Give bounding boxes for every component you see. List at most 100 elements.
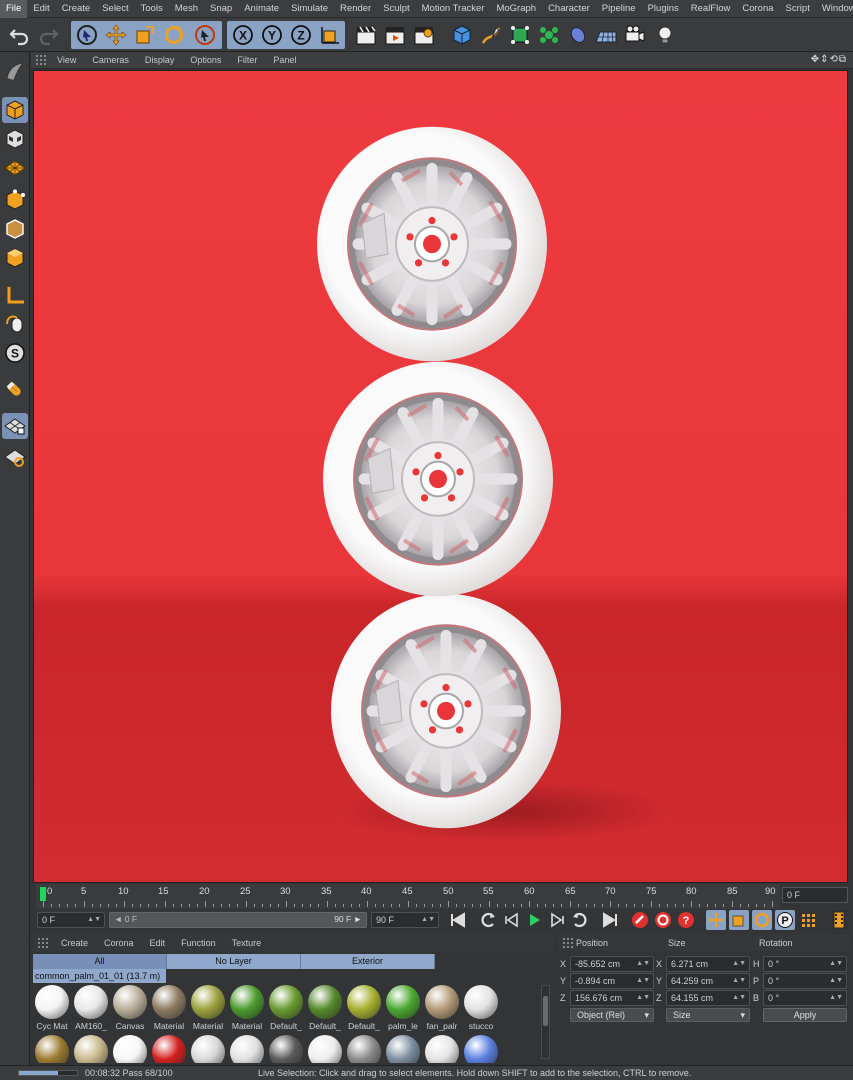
material-swatch[interactable] bbox=[384, 1035, 422, 1063]
material-swatch[interactable]: Default_ bbox=[306, 985, 344, 1031]
material-swatch[interactable]: Material bbox=[189, 985, 227, 1031]
rotation-p-field[interactable]: 0 ° ▲▼ bbox=[763, 973, 847, 989]
menu-pipeline[interactable]: Pipeline bbox=[596, 0, 642, 18]
material-tab-all[interactable]: All bbox=[33, 954, 167, 969]
material-menu-create[interactable]: Create bbox=[53, 938, 96, 948]
scale-button[interactable] bbox=[131, 21, 158, 49]
play-forward-button[interactable] bbox=[524, 910, 544, 930]
menu-select[interactable]: Select bbox=[96, 0, 134, 18]
material-swatch[interactable]: Material bbox=[150, 985, 188, 1031]
viewport-menu-filter[interactable]: Filter bbox=[229, 55, 265, 65]
spinner-icon[interactable]: ▲▼ bbox=[421, 913, 435, 927]
spinner-icon[interactable]: ▲▼ bbox=[829, 957, 843, 971]
redo-button[interactable] bbox=[34, 21, 61, 49]
menu-corona[interactable]: Corona bbox=[736, 0, 779, 18]
material-swatch[interactable]: palm_le bbox=[384, 985, 422, 1031]
spinner-icon[interactable]: ▲▼ bbox=[829, 974, 843, 988]
menu-mesh[interactable]: Mesh bbox=[169, 0, 204, 18]
x-axis-lock-button[interactable]: X bbox=[229, 21, 256, 49]
locked-workplane-button[interactable] bbox=[2, 413, 28, 439]
material-swatch[interactable]: Cyc Mat bbox=[33, 985, 71, 1031]
position-x-field[interactable]: -85.652 cm ▲▼ bbox=[570, 956, 654, 972]
spinner-icon[interactable]: ▲▼ bbox=[829, 991, 843, 1005]
enable-axis-button[interactable] bbox=[2, 282, 28, 308]
previous-key-button[interactable] bbox=[478, 910, 498, 930]
material-swatch[interactable]: AM160_ bbox=[72, 985, 110, 1031]
3d-viewport[interactable] bbox=[33, 70, 848, 883]
rotate-button[interactable] bbox=[160, 21, 187, 49]
menu-window[interactable]: Window bbox=[816, 0, 853, 18]
wheel-bottom[interactable] bbox=[331, 594, 561, 829]
previous-frame-button[interactable] bbox=[502, 910, 522, 930]
material-swatch[interactable] bbox=[72, 1035, 110, 1063]
size-mode-dropdown[interactable]: Size ▾ bbox=[666, 1008, 750, 1022]
menu-simulate[interactable]: Simulate bbox=[285, 0, 334, 18]
menu-edit[interactable]: Edit bbox=[27, 0, 55, 18]
viewport-menu-display[interactable]: Display bbox=[137, 55, 183, 65]
material-menu-edit[interactable]: Edit bbox=[142, 938, 174, 948]
cloner-button[interactable] bbox=[535, 21, 562, 49]
spinner-icon[interactable]: ▲▼ bbox=[636, 991, 650, 1005]
menu-script[interactable]: Script bbox=[780, 0, 816, 18]
menu-plugins[interactable]: Plugins bbox=[642, 0, 685, 18]
material-swatch[interactable] bbox=[462, 1035, 500, 1063]
menu-file[interactable]: File bbox=[0, 0, 28, 18]
points-mode-button[interactable] bbox=[2, 187, 28, 213]
tweak-mode-button[interactable] bbox=[2, 310, 28, 336]
viewport-menu-panel[interactable]: Panel bbox=[265, 55, 304, 65]
planar-workplane-button[interactable] bbox=[2, 444, 28, 470]
material-swatch[interactable]: stucco bbox=[462, 985, 500, 1031]
spinner-icon[interactable]: ▲▼ bbox=[732, 957, 746, 971]
undo-button[interactable] bbox=[6, 21, 33, 49]
z-axis-lock-button[interactable]: Z bbox=[287, 21, 314, 49]
spinner-icon[interactable]: ▲▼ bbox=[732, 991, 746, 1005]
recent-tool-button[interactable] bbox=[191, 21, 218, 49]
make-editable-button[interactable] bbox=[2, 58, 28, 84]
material-swatch[interactable] bbox=[345, 1035, 383, 1063]
material-swatch[interactable] bbox=[150, 1035, 188, 1063]
material-scrollbar[interactable] bbox=[541, 985, 550, 1059]
material-swatch[interactable]: Default_ bbox=[267, 985, 305, 1031]
preview-range-slider[interactable]: ◄ 0 F 90 F ► bbox=[109, 912, 367, 928]
solo-button[interactable]: S bbox=[2, 340, 28, 366]
spinner-icon[interactable]: ▲▼ bbox=[636, 974, 650, 988]
render-settings-button[interactable] bbox=[410, 21, 437, 49]
go-to-end-button[interactable] bbox=[600, 910, 620, 930]
next-frame-button[interactable] bbox=[547, 910, 567, 930]
material-menu-texture[interactable]: Texture bbox=[224, 938, 270, 948]
menu-tools[interactable]: Tools bbox=[135, 0, 169, 18]
record-position-button[interactable] bbox=[706, 910, 726, 930]
material-swatch[interactable]: fan_palr bbox=[423, 985, 461, 1031]
workplane-mode-button[interactable] bbox=[2, 155, 28, 181]
menu-sculpt[interactable]: Sculpt bbox=[377, 0, 415, 18]
panel-grip-icon[interactable] bbox=[35, 54, 47, 66]
spinner-icon[interactable]: ▲▼ bbox=[636, 957, 650, 971]
record-rotation-button[interactable] bbox=[752, 910, 772, 930]
timeline-playhead[interactable] bbox=[40, 887, 46, 901]
rotation-h-field[interactable]: 0 ° ▲▼ bbox=[763, 956, 847, 972]
viewport-menu-view[interactable]: View bbox=[49, 55, 84, 65]
texture-mode-button[interactable] bbox=[2, 126, 28, 152]
material-swatch[interactable] bbox=[267, 1035, 305, 1063]
max-frame-field[interactable]: 90 F ▲▼ bbox=[371, 912, 439, 928]
scrollbar-thumb[interactable] bbox=[543, 996, 548, 1026]
menu-realflow[interactable]: RealFlow bbox=[685, 0, 737, 18]
material-swatch[interactable] bbox=[33, 1035, 71, 1063]
viewport-menu-cameras[interactable]: Cameras bbox=[84, 55, 137, 65]
panel-grip-icon[interactable] bbox=[37, 937, 49, 949]
menu-snap[interactable]: Snap bbox=[204, 0, 238, 18]
timeline-end-frame-field[interactable]: 0 F bbox=[782, 887, 848, 903]
size-x-field[interactable]: 6.271 cm ▲▼ bbox=[666, 956, 750, 972]
material-swatch[interactable] bbox=[111, 1035, 149, 1063]
subdivision-button[interactable] bbox=[506, 21, 533, 49]
menu-render[interactable]: Render bbox=[334, 0, 377, 18]
material-swatch[interactable] bbox=[228, 1035, 266, 1063]
render-view-button[interactable] bbox=[352, 21, 379, 49]
next-key-button[interactable] bbox=[570, 910, 590, 930]
size-y-field[interactable]: 64.259 cm ▲▼ bbox=[666, 973, 750, 989]
autokeying-button[interactable] bbox=[653, 910, 673, 930]
live-selection-button[interactable] bbox=[73, 21, 100, 49]
spinner-icon[interactable]: ▲▼ bbox=[87, 913, 101, 927]
polygons-mode-button[interactable] bbox=[2, 245, 28, 271]
apply-button[interactable]: Apply bbox=[763, 1008, 847, 1022]
